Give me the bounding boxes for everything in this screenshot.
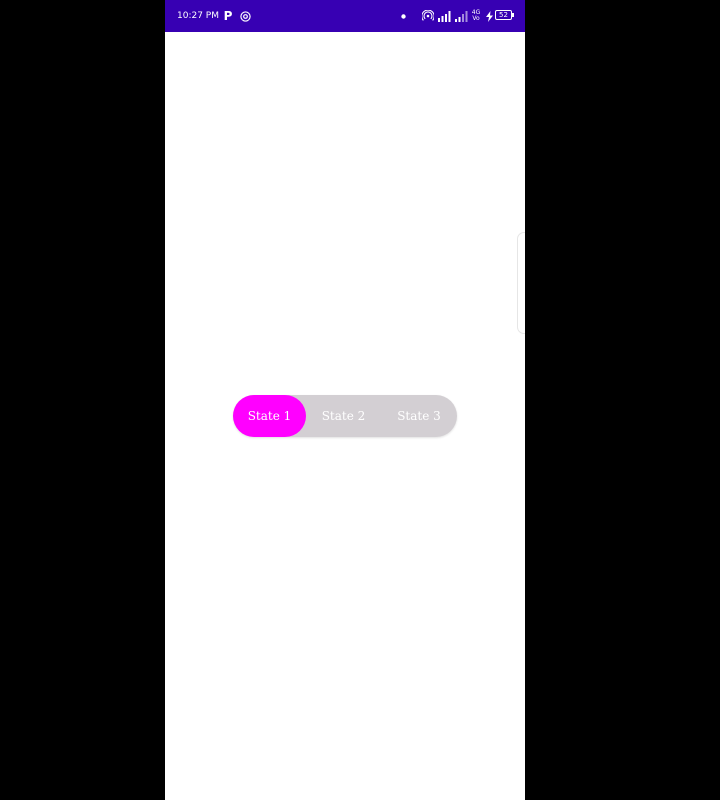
segment-state-1[interactable]: State 1 xyxy=(233,395,306,437)
phone-screen: 10:27 PM P 4G Vo 52 State 1 State 2 Stat… xyxy=(165,0,525,800)
segmented-control: State 1 State 2 State 3 xyxy=(233,395,457,437)
segment-state-2[interactable]: State 2 xyxy=(306,395,381,437)
charging-bolt-icon xyxy=(485,9,494,23)
battery-icon: 52 xyxy=(495,10,514,20)
signal-bars-icon xyxy=(437,9,453,23)
status-time: 10:27 PM xyxy=(177,11,219,21)
signal-bars-icon xyxy=(454,9,468,23)
at-sign-icon xyxy=(238,9,252,23)
segment-label: State 2 xyxy=(321,409,366,423)
data-type-bottom: Vo xyxy=(472,15,480,22)
hotspot-icon xyxy=(421,9,435,23)
parking-app-icon: P xyxy=(223,9,233,23)
edge-panel-handle[interactable] xyxy=(517,232,525,334)
segment-label: State 1 xyxy=(247,409,292,423)
segment-state-3[interactable]: State 3 xyxy=(381,395,457,437)
status-bar: 10:27 PM P 4G Vo 52 xyxy=(165,0,525,32)
data-type-indicator: 4G Vo xyxy=(470,9,482,23)
segment-label: State 3 xyxy=(397,409,441,423)
notification-dot-icon xyxy=(399,9,407,23)
